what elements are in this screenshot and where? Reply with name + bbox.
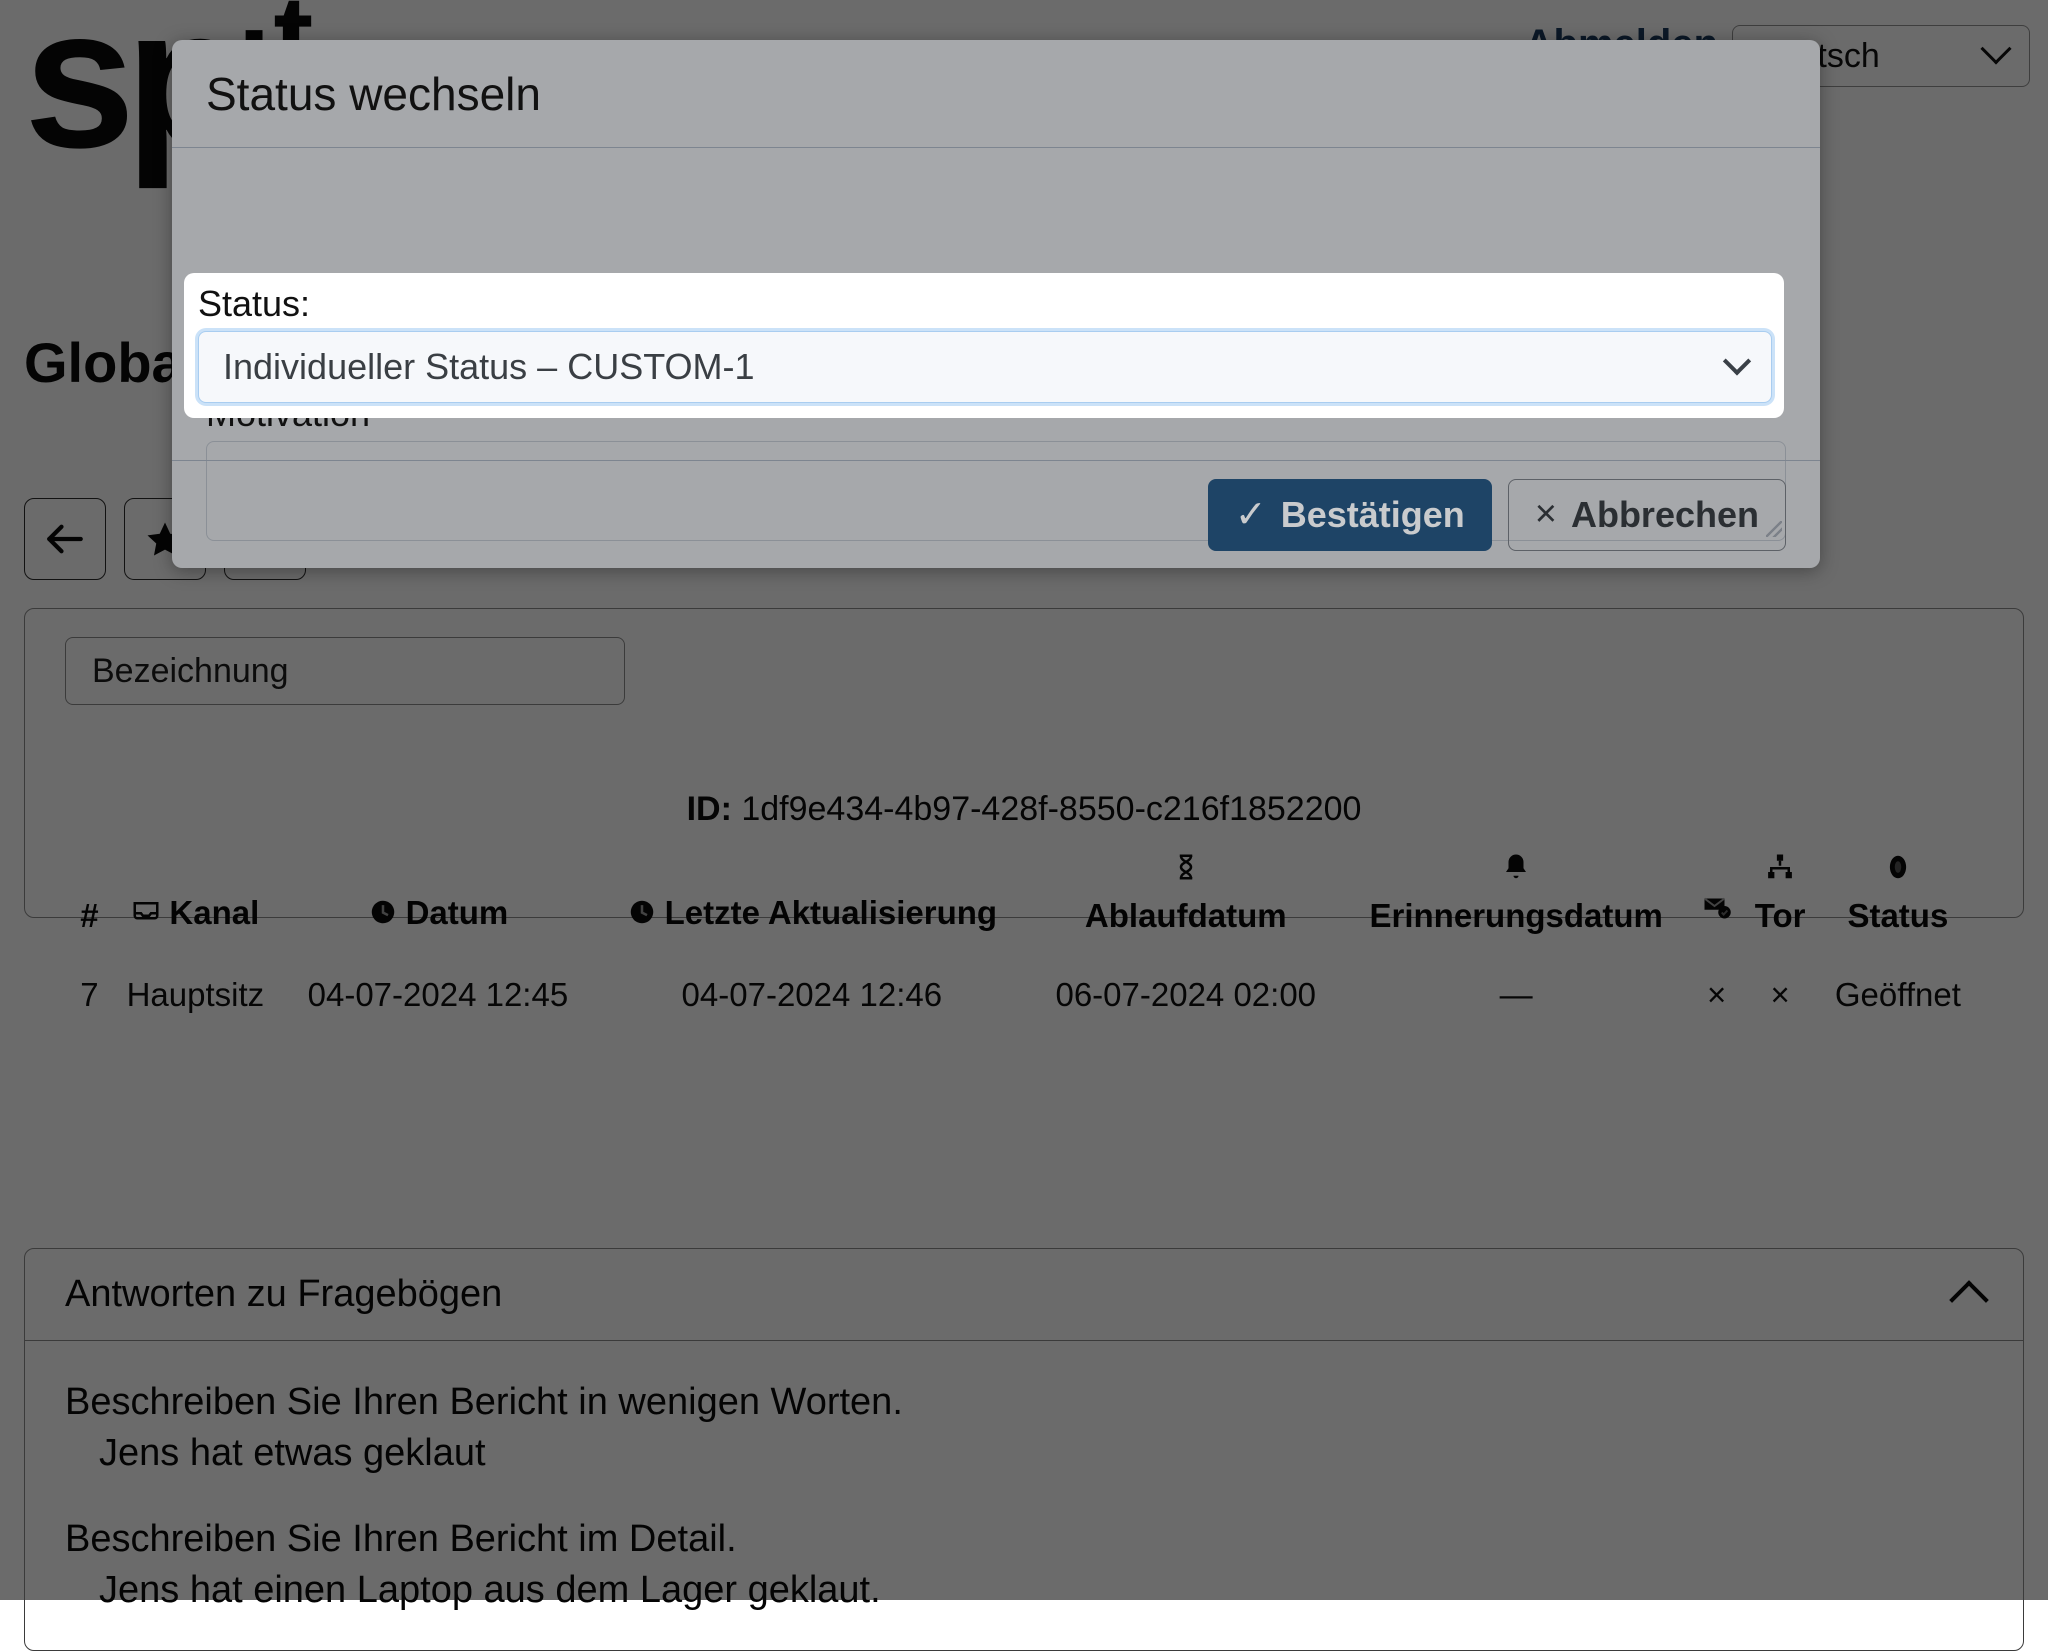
status-field: Status: Individueller Status – CUSTOM-1 [198,283,1772,403]
close-icon: × [1535,493,1557,536]
check-icon: ✓ [1235,492,1267,537]
cancel-button-label: Abbrechen [1571,494,1759,536]
modal-overlay: Status wechseln Status: Individueller St… [0,0,2048,1600]
status-select[interactable]: Individueller Status – CUSTOM-1 [198,331,1772,403]
dialog-footer: ✓ Bestätigen × Abbrechen [172,460,1820,568]
chevron-down-icon [1723,347,1751,375]
status-label: Status: [198,283,1772,325]
cancel-button[interactable]: × Abbrechen [1508,479,1786,551]
status-select-value: Individueller Status – CUSTOM-1 [223,346,755,388]
status-change-dialog: Status wechseln Status: Individueller St… [172,40,1820,568]
dialog-header: Status wechseln [172,40,1820,148]
dialog-body: Status: Individueller Status – CUSTOM-1 … [172,148,1820,460]
confirm-button-label: Bestätigen [1281,494,1465,536]
dialog-title: Status wechseln [206,67,541,121]
confirm-button[interactable]: ✓ Bestätigen [1208,479,1492,551]
